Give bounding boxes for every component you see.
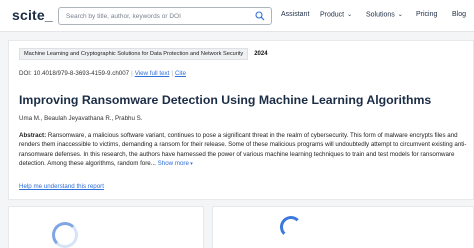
paper-title: Improving Ransomware Detection Using Mac…	[19, 93, 432, 107]
abstract-text: Ransomware, a malicious software variant…	[19, 132, 467, 167]
journal-chip[interactable]: Machine Learning and Cryptographic Solut…	[19, 48, 249, 60]
nav-solutions-label: Solutions	[366, 11, 395, 19]
nav-assistant-label: Assistant	[281, 11, 310, 18]
scite-logo[interactable]: scite_	[12, 7, 53, 23]
cite-link[interactable]: Cite	[175, 70, 186, 77]
loading-panel-right	[212, 206, 474, 248]
view-full-text-link[interactable]: View full text	[135, 70, 170, 77]
top-navigation-bar: scite_ Assistant Product⌄ Solutions⌄ Pri…	[0, 0, 474, 32]
publication-meta: Machine Learning and Cryptographic Solut…	[19, 47, 268, 61]
abstract-label: Abstract:	[19, 132, 47, 139]
publication-year: 2024	[254, 51, 268, 57]
loading-panel-left	[8, 206, 204, 248]
paper-card: Machine Learning and Cryptographic Solut…	[8, 40, 474, 200]
nav-pricing[interactable]: Pricing	[416, 11, 437, 18]
chevron-down-icon: ⌄	[347, 12, 353, 18]
doi-row: DOI: 10.4018/979-8-3693-4159-9.ch007 | Vie…	[19, 70, 186, 77]
show-more-button[interactable]: Show more	[158, 160, 193, 167]
nav-solutions[interactable]: Solutions ⌄	[366, 11, 403, 19]
chevron-down-icon: ⌄	[397, 12, 403, 18]
separator: |	[171, 70, 173, 77]
paper-abstract: Abstract: Ransomware, a malicious softwa…	[19, 131, 467, 169]
search-icon[interactable]	[255, 11, 265, 21]
search-input[interactable]	[58, 7, 272, 25]
nav-product-label: Product	[320, 11, 345, 19]
separator: |	[131, 70, 133, 77]
nav-pricing-label: Pricing	[416, 11, 438, 18]
loading-spinner-icon	[52, 222, 78, 248]
loading-spinner-icon	[280, 216, 302, 238]
help-understand-report-link[interactable]: Help me understand this report	[19, 183, 104, 190]
nav-blog[interactable]: Blog	[452, 11, 466, 18]
nav-blog-label: Blog	[452, 11, 467, 18]
paper-authors: Uma M., Beaulah Jeyavathana R., Prabhu S…	[19, 115, 143, 122]
nav-assistant[interactable]: Assistant	[281, 11, 309, 18]
nav-product[interactable]: Product ⌄	[320, 11, 352, 19]
doi-text: DOI: 10.4018/979-8-3693-4159-9.ch007	[19, 70, 130, 77]
